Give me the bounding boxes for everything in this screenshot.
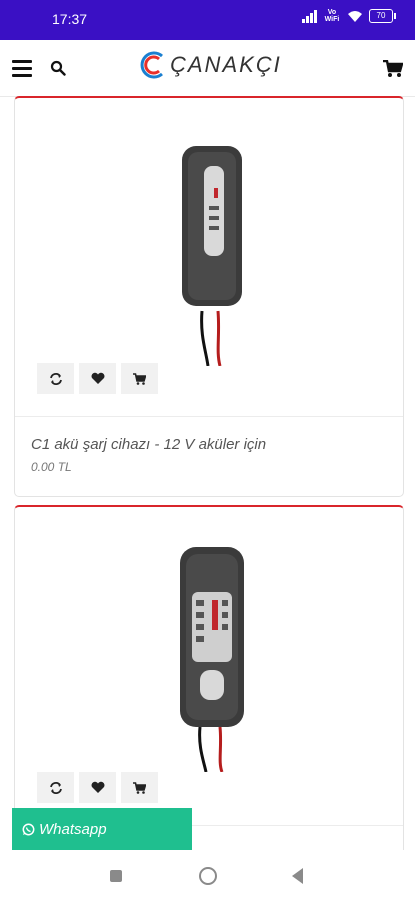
status-time: 17:37: [52, 11, 88, 27]
compare-icon: [49, 372, 62, 385]
product-price: 0.00 TL: [31, 460, 72, 474]
product-card[interactable]: C1 akü şarj cihazı - 12 V aküler için 0.…: [14, 96, 404, 497]
whatsapp-button[interactable]: Whatsapp: [12, 808, 192, 850]
system-nav-bar: [0, 850, 415, 900]
whatsapp-icon: [22, 823, 35, 835]
site-header: ÇANAKÇI: [0, 40, 415, 97]
product-image[interactable]: [160, 136, 260, 366]
wishlist-button[interactable]: [79, 772, 116, 803]
logo[interactable]: ÇANAKÇI: [138, 48, 282, 82]
cart-icon: [133, 781, 146, 794]
add-to-cart-button[interactable]: [121, 363, 158, 394]
add-to-cart-button[interactable]: [121, 772, 158, 803]
cart-icon: [133, 372, 146, 385]
status-icons: Vo WiFi 70: [302, 9, 396, 23]
back-button[interactable]: [292, 868, 303, 884]
card-divider: [15, 416, 403, 417]
compare-button[interactable]: [37, 363, 74, 394]
product-image[interactable]: [160, 542, 260, 772]
wishlist-button[interactable]: [79, 363, 116, 394]
logo-mark: [140, 51, 163, 79]
cart-icon[interactable]: [383, 60, 403, 78]
recent-apps-button[interactable]: [110, 870, 122, 882]
search-icon[interactable]: [50, 60, 66, 76]
heart-icon: [91, 372, 104, 384]
home-button[interactable]: [199, 867, 217, 885]
menu-icon[interactable]: [12, 60, 32, 77]
product-actions: [37, 363, 158, 394]
product-name[interactable]: C1 akü şarj cihazı - 12 V aküler için: [31, 436, 266, 453]
vowifi-label: Vo WiFi: [324, 9, 340, 23]
status-bar: 17:37 Vo WiFi 70: [0, 0, 415, 40]
wifi-icon: [348, 10, 362, 22]
compare-button[interactable]: [37, 772, 74, 803]
battery-icon: 70: [369, 9, 396, 23]
whatsapp-label: Whatsapp: [39, 820, 107, 838]
logo-text: ÇANAKÇI: [170, 52, 282, 77]
signal-icon: [302, 9, 317, 23]
compare-icon: [49, 781, 62, 794]
product-actions: [37, 772, 158, 803]
heart-icon: [91, 781, 104, 793]
